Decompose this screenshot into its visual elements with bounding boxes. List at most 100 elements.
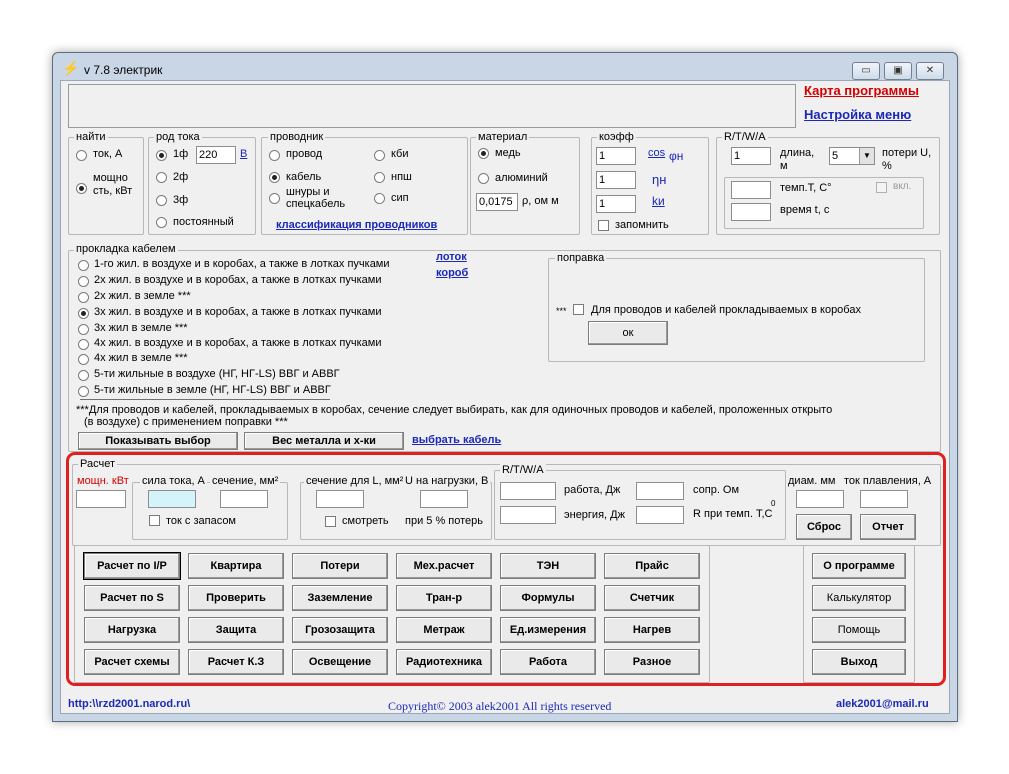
function-button[interactable]: Метраж — [396, 617, 492, 643]
temperature-label: темп.T, C° — [780, 182, 832, 194]
program-map-link[interactable]: Карта программы — [804, 83, 919, 98]
sip-radio[interactable] — [374, 193, 385, 204]
phase2-radio[interactable] — [156, 172, 167, 183]
function-button[interactable]: Грозозащита — [292, 617, 388, 643]
close-button[interactable]: ✕ — [916, 62, 944, 80]
r-temp-input[interactable] — [636, 506, 684, 524]
function-button[interactable]: Квартира — [188, 553, 284, 579]
temperature-input[interactable] — [731, 181, 771, 199]
time-input[interactable] — [731, 203, 771, 221]
work-input[interactable] — [500, 482, 556, 500]
function-button[interactable]: Тран-р — [396, 585, 492, 611]
function-button[interactable]: Мех.расчет — [396, 553, 492, 579]
efficiency-input[interactable]: 1 — [596, 171, 636, 189]
cos-input[interactable]: 1 — [596, 147, 636, 165]
function-button[interactable]: Разное — [604, 649, 700, 675]
site-url[interactable]: http:\\rzd2001.narod.ru\ — [68, 698, 190, 710]
laying-option-radio[interactable] — [78, 276, 89, 287]
find-current-radio[interactable] — [76, 150, 87, 161]
laying-option-radio[interactable] — [78, 370, 89, 381]
copper-radio[interactable] — [478, 148, 489, 159]
current-calc-input[interactable] — [148, 490, 196, 508]
diam-input[interactable] — [796, 490, 844, 508]
function-button[interactable]: Расчет К.З — [188, 649, 284, 675]
tray-link[interactable]: лоток — [436, 251, 467, 263]
function-button[interactable]: Ед.измерения — [500, 617, 596, 643]
function-button[interactable]: ТЭН — [500, 553, 596, 579]
conductor-classification-link[interactable]: классификация проводников — [276, 219, 437, 231]
function-button[interactable]: Расчет по I/P — [84, 553, 180, 579]
laying-option-radio[interactable] — [78, 308, 89, 319]
cords-radio[interactable] — [269, 193, 280, 204]
reserve-checkbox[interactable] — [149, 515, 160, 526]
enable-checkbox[interactable] — [876, 182, 887, 193]
show-choice-button[interactable]: Показывать выбор — [78, 432, 238, 450]
section-calc-input[interactable] — [220, 490, 268, 508]
function-button[interactable]: Счетчик — [604, 585, 700, 611]
dc-radio[interactable] — [156, 217, 167, 228]
function-button[interactable]: Работа — [500, 649, 596, 675]
laying-option-radio[interactable] — [78, 386, 89, 397]
wire-radio[interactable] — [269, 150, 280, 161]
diam-label: диам. мм — [788, 475, 836, 487]
calculator-button[interactable]: Калькулятор — [812, 585, 906, 611]
function-button[interactable]: Нагрузка — [84, 617, 180, 643]
correction-checkbox[interactable] — [573, 304, 584, 315]
laying-option-radio[interactable] — [78, 292, 89, 303]
laying-option-radio[interactable] — [78, 354, 89, 365]
voltage-input[interactable]: 220 — [196, 146, 236, 164]
npsh-radio[interactable] — [374, 172, 385, 183]
kbi-radio[interactable] — [374, 150, 385, 161]
power-input[interactable] — [76, 490, 126, 508]
menu-settings-link[interactable]: Настройка меню — [804, 107, 911, 122]
phase3-radio[interactable] — [156, 195, 167, 206]
minimize-button[interactable]: ▭ — [852, 62, 880, 80]
laying-option-radio[interactable] — [78, 324, 89, 335]
laying-option-radio[interactable] — [78, 260, 89, 271]
remember-checkbox[interactable] — [598, 220, 609, 231]
coef-label: коэфф — [597, 131, 636, 143]
length-input[interactable]: 1 — [731, 147, 771, 165]
function-button[interactable]: Нагрев — [604, 617, 700, 643]
exit-button[interactable]: Выход — [812, 649, 906, 675]
report-button[interactable]: Отчет — [860, 514, 916, 540]
resistance-input[interactable] — [636, 482, 684, 500]
cable-radio[interactable] — [269, 172, 280, 183]
function-button[interactable]: Расчет по S — [84, 585, 180, 611]
melt-input[interactable] — [860, 490, 908, 508]
about-button[interactable]: О программе — [812, 553, 906, 579]
function-button[interactable]: Прайс — [604, 553, 700, 579]
function-button[interactable]: Потери — [292, 553, 388, 579]
function-button[interactable]: Защита — [188, 617, 284, 643]
email-text[interactable]: alek2001@mail.ru — [836, 698, 929, 710]
energy-input[interactable] — [500, 506, 556, 524]
maximize-button[interactable]: ▣ — [884, 62, 912, 80]
reset-button[interactable]: Сброс — [796, 514, 852, 540]
conductor-label: проводник — [268, 131, 326, 143]
cos-link[interactable]: cos — [648, 147, 665, 159]
help-button[interactable]: Помощь — [812, 617, 906, 643]
find-power-radio[interactable] — [76, 183, 87, 194]
function-button[interactable]: Заземление — [292, 585, 388, 611]
losses-select[interactable]: 5 ▼ — [829, 147, 875, 165]
function-button[interactable]: Радиотехника — [396, 649, 492, 675]
metal-weight-button[interactable]: Вес металла и х-ки — [244, 432, 404, 450]
voltage-unit-link[interactable]: В — [240, 148, 247, 160]
correction-ok-button[interactable]: ок — [588, 321, 668, 345]
laying-option-radio[interactable] — [78, 339, 89, 350]
function-button[interactable]: Проверить — [188, 585, 284, 611]
function-button[interactable]: Расчет схемы — [84, 649, 180, 675]
watch-checkbox[interactable] — [325, 516, 336, 527]
section-l-input[interactable] — [316, 490, 364, 508]
aluminum-radio[interactable] — [478, 173, 489, 184]
resistivity-input[interactable]: 0,0175 — [476, 193, 518, 211]
u-load-input[interactable] — [420, 490, 468, 508]
usage-coef-input[interactable]: 1 — [596, 195, 636, 213]
choose-cable-link[interactable]: выбрать кабель — [412, 434, 501, 446]
chevron-down-icon[interactable]: ▼ — [859, 148, 874, 164]
phase1-radio[interactable] — [156, 150, 167, 161]
function-button[interactable]: Освещение — [292, 649, 388, 675]
function-button[interactable]: Формулы — [500, 585, 596, 611]
usage-coef-link[interactable]: kи — [652, 194, 665, 208]
box-link[interactable]: короб — [436, 267, 468, 279]
